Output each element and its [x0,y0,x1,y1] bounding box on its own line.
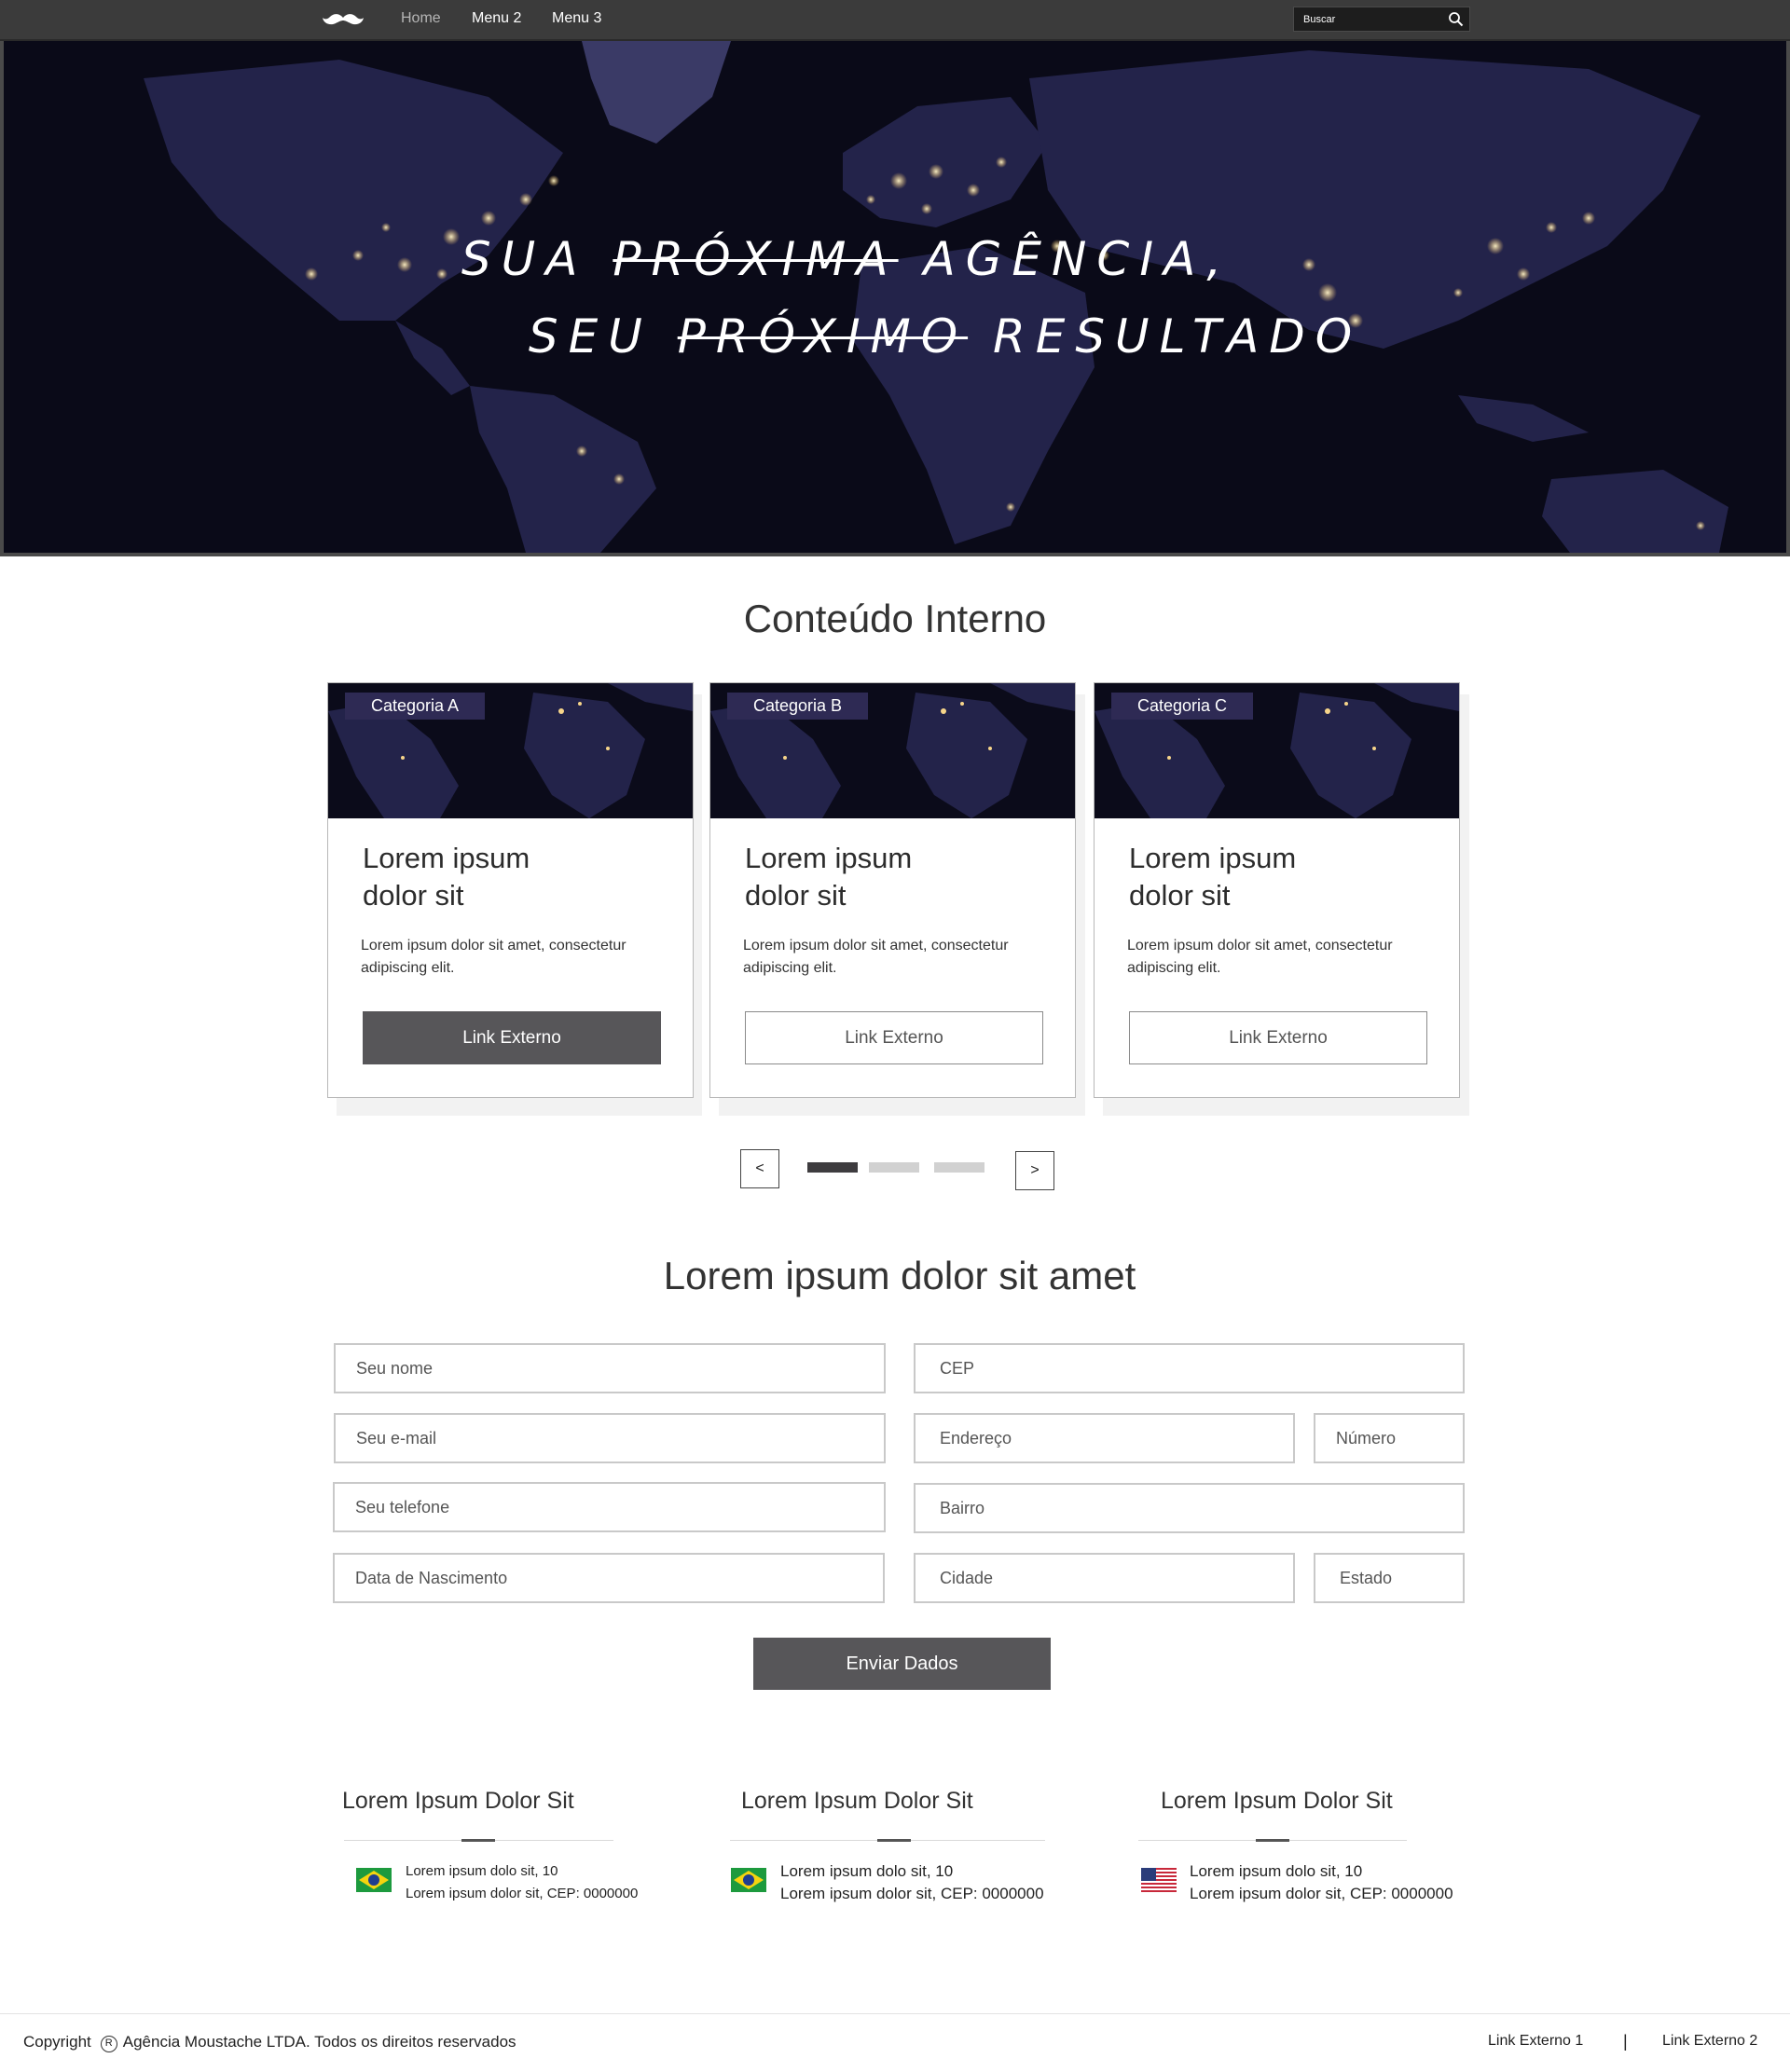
office-title: Lorem Ipsum Dolor Sit [342,1788,574,1814]
carousel-dot-3[interactable] [934,1162,984,1173]
brazil-flag-icon [356,1868,392,1892]
office-title: Lorem Ipsum Dolor Sit [741,1788,973,1814]
card-description: Lorem ipsum dolor sit amet, consectetur … [361,938,626,976]
card-map-image: Categoria B [710,683,1075,818]
content-section-title: Conteúdo Interno [743,597,1047,640]
birth-date-field[interactable] [333,1553,885,1603]
world-map-night-image [4,41,1786,553]
brazil-flag-icon [731,1868,766,1892]
office-address: Lorem ipsum dolo sit, 10 Lorem ipsum dolo… [1190,1862,1453,1902]
office-address: Lorem ipsum dolo sit, 10 Lorem ipsum dolo… [406,1863,639,1901]
office-divider-mark [877,1839,911,1842]
category-badge: Categoria A [345,693,486,720]
number-field[interactable] [1314,1413,1465,1463]
form-section-title: Lorem ipsum dolor sit amet [663,1254,1136,1297]
state-field[interactable] [1314,1553,1465,1603]
footer-copyright: Copyright R Agência Moustache LTDA. Todos … [23,2033,516,2052]
office-address: Lorem ipsum dolo sit, 10 Lorem ipsum dolo… [780,1862,1044,1902]
card-title: Lorem ipsum dolor sit [1129,842,1297,912]
nav-home-link[interactable]: Home [401,10,441,27]
phone-field[interactable] [333,1482,886,1532]
category-badge: Categoria B [727,693,869,720]
city-field[interactable] [914,1553,1295,1603]
hero-banner: SUA PRÓXIMA AGÊNCIA, SEU PRÓXIMO RESULTA… [0,41,1790,556]
nav-menu2-link[interactable]: Menu 2 [472,10,521,27]
category-badge: Categoria C [1111,693,1254,720]
carousel-dot-1[interactable] [807,1162,858,1173]
footer-external-link-1[interactable]: Link Externo 1 [1488,2033,1583,2050]
cep-field[interactable] [914,1343,1465,1393]
office-title: Lorem Ipsum Dolor Sit [1161,1788,1393,1814]
footer-external-link-2[interactable]: Link Externo 2 [1662,2033,1757,2050]
registered-trademark-icon: R [100,2036,117,2052]
search-input[interactable] [1294,7,1443,31]
card-external-link-button[interactable]: Link Externo [1129,1011,1427,1064]
hero-headline-line2: SEU PRÓXIMO RESULTADO [528,309,1363,364]
card-title: Lorem ipsum dolor sit [745,842,913,912]
office-divider-mark [1256,1839,1289,1842]
search-box [1293,7,1470,32]
content-card-b: Categoria B Lorem ipsum dolor sit Lorem i… [709,682,1076,1098]
hero-headline-line1: SUA PRÓXIMA AGÊNCIA, [461,232,1232,286]
usa-flag-icon [1141,1868,1177,1892]
carousel-dot-2[interactable] [869,1162,919,1173]
carousel-next-button[interactable]: > [1015,1151,1054,1190]
footer-separator: | [1623,2032,1628,2051]
content-card-c: Categoria C Lorem ipsum dolor sit Lorem i… [1094,682,1460,1098]
office-divider-mark [461,1839,495,1842]
carousel-prev-button[interactable]: < [740,1149,779,1188]
card-map-image: Categoria C [1095,683,1459,818]
card-external-link-button[interactable]: Link Externo [363,1011,661,1064]
email-field[interactable] [334,1413,886,1463]
search-icon[interactable] [1448,11,1464,27]
nav-menu3-link[interactable]: Menu 3 [552,10,601,27]
name-field[interactable] [334,1343,886,1393]
district-field[interactable] [914,1483,1465,1533]
footer-divider [0,2013,1790,2014]
card-map-image: Categoria A [328,683,693,818]
card-external-link-button[interactable]: Link Externo [745,1011,1043,1064]
top-navbar: Home Menu 2 Menu 3 [0,0,1790,41]
submit-button[interactable]: Enviar Dados [753,1638,1051,1690]
card-title: Lorem ipsum dolor sit [363,842,530,912]
moustache-logo-icon[interactable] [323,12,364,28]
card-description: Lorem ipsum dolor sit amet, consectetur … [1127,938,1393,976]
card-description: Lorem ipsum dolor sit amet, consectetur … [743,938,1009,976]
content-card-a: Categoria A Lorem ipsum dolor sit Lorem i… [327,682,694,1098]
address-field[interactable] [914,1413,1295,1463]
